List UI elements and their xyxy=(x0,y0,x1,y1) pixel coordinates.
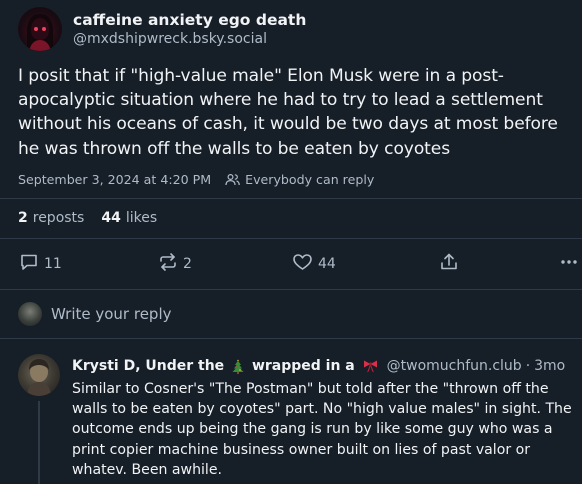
reposts-label: reposts xyxy=(32,210,85,226)
reply-button[interactable]: 11 xyxy=(19,252,62,276)
author-info: caffeine anxiety ego death @mxdshipwreck… xyxy=(73,10,306,49)
reply-author-avatar[interactable] xyxy=(18,354,60,396)
reply-author-name-part1: Krysti D, Under the xyxy=(72,358,225,374)
repost-arrows-icon xyxy=(158,252,178,276)
reply-timestamp[interactable]: 3mo xyxy=(534,358,565,374)
author-display-name[interactable]: caffeine anxiety ego death xyxy=(73,10,306,30)
reposts-count: 2 xyxy=(18,210,28,226)
current-user-avatar xyxy=(18,302,42,326)
reply-count: 11 xyxy=(44,256,62,272)
reply-header: Krysti D, Under the wrapped in a @twomuc… xyxy=(72,356,565,376)
likes-count: 44 xyxy=(101,210,121,226)
reply-author-handle[interactable]: @twomuchfun.club xyxy=(387,358,522,374)
action-bar: 11 2 44 xyxy=(0,252,582,276)
repost-count: 2 xyxy=(183,256,192,272)
post-meta: September 3, 2024 at 4:20 PM Everybody c… xyxy=(18,170,374,188)
reply-author-name[interactable]: Krysti D, Under the wrapped in a xyxy=(72,358,381,374)
reply-composer[interactable]: Write your reply xyxy=(18,302,172,326)
likes-label: likes xyxy=(125,210,158,226)
author-handle[interactable]: @mxdshipwreck.bsky.social xyxy=(73,30,306,49)
like-button[interactable]: 44 xyxy=(292,252,336,276)
like-count: 44 xyxy=(318,256,336,272)
reply-author-name-part2: wrapped in a xyxy=(251,358,355,374)
ribbon-bow-emoji xyxy=(363,359,378,373)
christmas-tree-emoji xyxy=(232,359,244,374)
post-timestamp[interactable]: September 3, 2024 at 4:20 PM xyxy=(18,172,211,187)
post-thread-page: caffeine anxiety ego death @mxdshipwreck… xyxy=(0,0,582,484)
post-text: I posit that if "high-value male" Elon M… xyxy=(18,66,558,159)
likes-stat[interactable]: 44 likes xyxy=(101,210,157,226)
reply-avatar-art xyxy=(27,359,51,396)
reply-input-placeholder[interactable]: Write your reply xyxy=(51,305,172,323)
post-stats: 2 reposts 44 likes xyxy=(18,208,157,228)
author-avatar[interactable] xyxy=(18,7,62,51)
thread-line xyxy=(38,401,40,484)
reply-separator: · xyxy=(525,358,531,374)
ellipsis-icon xyxy=(559,252,579,276)
meta-separator xyxy=(216,172,220,187)
reply-text: Similar to Cosner's "The Postman" but to… xyxy=(72,381,572,478)
heart-icon xyxy=(292,252,313,276)
hooded-figure-avatar-art xyxy=(27,14,53,51)
reply-setting[interactable]: Everybody can reply xyxy=(245,172,374,187)
divider xyxy=(0,198,582,199)
speech-bubble-icon xyxy=(19,252,39,276)
divider xyxy=(0,338,582,339)
repost-button[interactable]: 2 xyxy=(158,252,192,276)
divider xyxy=(0,238,582,239)
more-options-button[interactable] xyxy=(559,252,579,276)
people-icon xyxy=(225,173,240,186)
share-upload-icon xyxy=(439,252,459,276)
share-button[interactable] xyxy=(439,252,459,276)
divider xyxy=(0,289,582,290)
post-header: caffeine anxiety ego death @mxdshipwreck… xyxy=(18,7,306,51)
reposts-stat[interactable]: 2 reposts xyxy=(18,210,84,226)
